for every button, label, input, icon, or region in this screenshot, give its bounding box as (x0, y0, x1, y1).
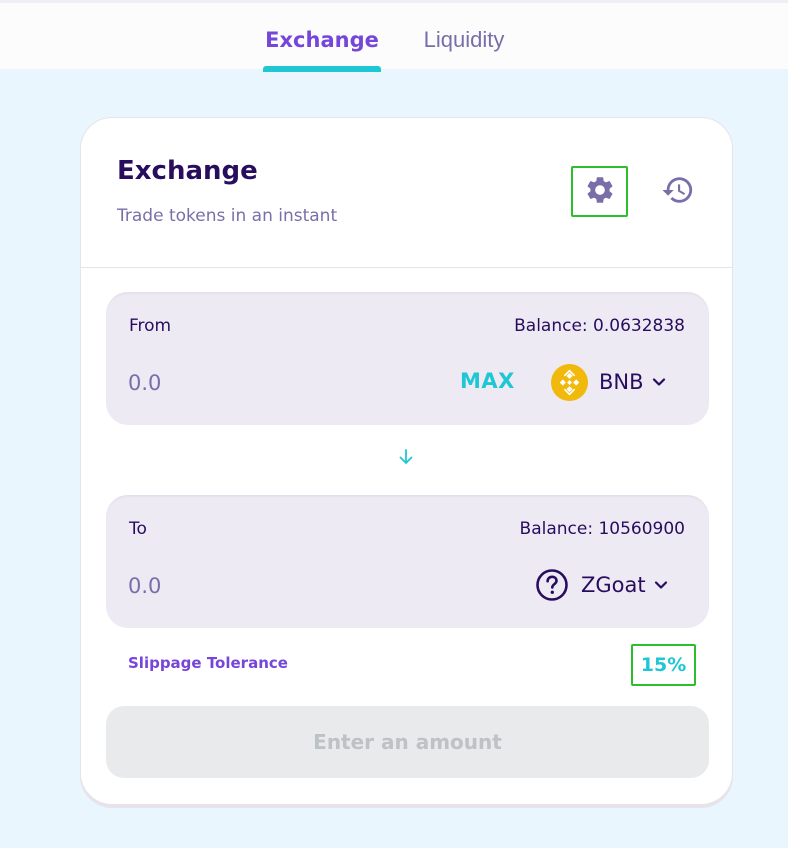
to-token-select[interactable]: ZGoat (533, 565, 668, 605)
chevron-down-icon (652, 377, 666, 387)
max-button[interactable]: MAX (460, 369, 515, 393)
enter-amount-button[interactable]: Enter an amount (106, 706, 709, 778)
to-label: To (129, 519, 147, 539)
history-icon (661, 173, 695, 211)
to-amount-input[interactable] (128, 570, 328, 602)
to-token-name: ZGoat (581, 573, 646, 597)
swap-direction-button[interactable] (395, 448, 417, 470)
card-subtitle: Trade tokens in an instant (117, 206, 338, 226)
gear-icon (584, 174, 616, 210)
from-token-select[interactable]: BNB (551, 362, 666, 402)
chevron-down-icon (654, 580, 668, 590)
to-balance: Balance: 10560900 (519, 519, 685, 539)
card-title: Exchange (117, 156, 258, 186)
slippage-tolerance-label: Slippage Tolerance (128, 654, 288, 672)
exchange-card: Exchange Trade tokens in an instant From… (80, 117, 733, 805)
top-nav: Exchange Liquidity (0, 0, 788, 72)
to-panel: To Balance: 10560900 ZGoat (106, 495, 709, 628)
active-tab-indicator (263, 66, 381, 72)
slippage-tolerance-value[interactable]: 15% (631, 644, 696, 686)
question-circle-icon (533, 567, 570, 604)
card-header: Exchange Trade tokens in an instant (81, 118, 732, 268)
arrow-down-icon (397, 448, 415, 470)
from-balance: Balance: 0.0632838 (514, 316, 685, 336)
tab-exchange[interactable]: Exchange (263, 25, 381, 55)
tab-liquidity[interactable]: Liquidity (408, 25, 520, 55)
from-panel: From Balance: 0.0632838 MAX (106, 292, 709, 425)
settings-button[interactable] (571, 166, 628, 217)
from-amount-input[interactable] (128, 367, 328, 399)
history-button[interactable] (659, 174, 697, 210)
from-token-name: BNB (599, 370, 644, 394)
from-label: From (129, 316, 172, 336)
bnb-icon (551, 363, 588, 401)
